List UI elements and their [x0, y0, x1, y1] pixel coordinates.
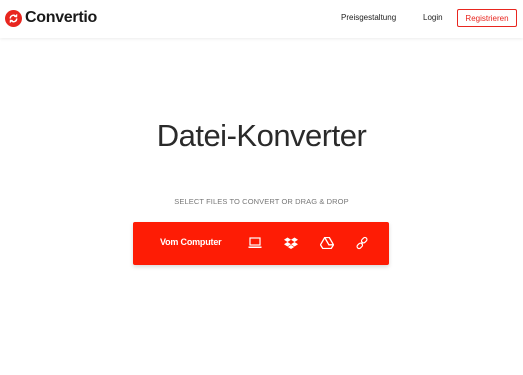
register-button[interactable]: Registrieren	[457, 9, 517, 27]
logo-text: Convertio	[25, 9, 97, 26]
nav-pricing-link[interactable]: Preisgestaltung	[341, 13, 396, 22]
nav-login-link[interactable]: Login	[423, 13, 443, 22]
page-subtitle: SELECT FILES TO CONVERT OR DRAG & DROP	[174, 197, 349, 206]
file-upload-bar: Vom Computer	[133, 222, 389, 265]
page-title: Datei-Konverter	[156, 118, 367, 153]
dropbox-icon[interactable]	[283, 235, 299, 251]
google-drive-icon[interactable]	[319, 235, 335, 251]
computer-icon[interactable]	[247, 235, 263, 251]
top-header: Convertio Preisgestaltung Login Registri…	[0, 0, 523, 38]
url-link-icon[interactable]	[354, 235, 370, 251]
logo[interactable]: Convertio	[5, 8, 97, 28]
upload-from-computer-button[interactable]: Vom Computer	[160, 237, 222, 247]
convertio-logo-icon	[5, 9, 22, 27]
